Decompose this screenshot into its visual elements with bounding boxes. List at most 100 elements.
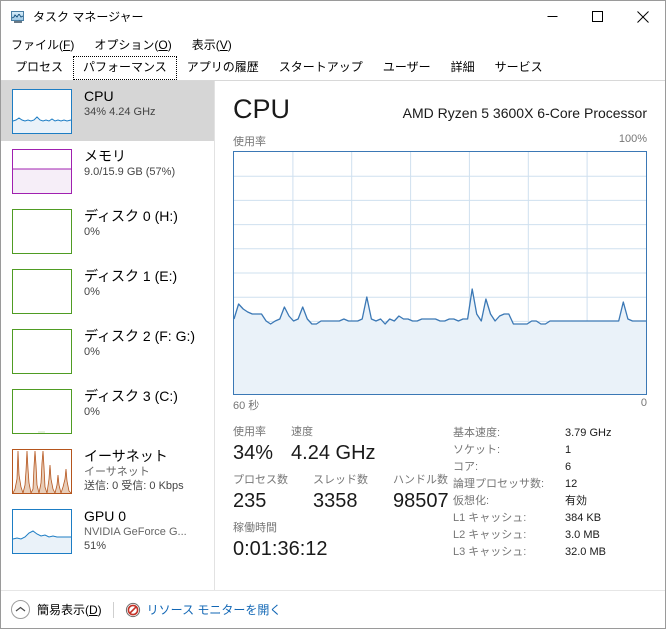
stat-uptime-label: 稼働時間 [233,522,277,534]
menu-options[interactable]: オプション(O) [92,34,180,55]
stat-utilization-value: 34% [233,442,274,464]
sidebar-label-cpu: CPU [84,88,114,104]
cpu-thumbnail-graph [12,89,72,134]
stat-threads: スレッド数 3358 [313,472,375,514]
cpu-usage-graph[interactable] [233,151,647,395]
spec-base-speed: 基本速度: 3.79 GHz [453,427,612,439]
sidebar-label-disk-2: ディスク 2 (F: G:) [84,328,196,344]
cpu-header: CPU AMD Ryzen 5 3600X 6-Core Processor [233,81,647,129]
sidebar-label-disk-1: ディスク 1 (E:) [84,268,178,284]
fewer-details-button[interactable]: 簡易表示(D) [11,600,102,619]
sidebar-sub-memory: 9.0/15.9 GB (57%) [84,166,176,178]
memory-thumbnail-graph [12,149,72,194]
task-manager-window: タスク マネージャー ファイル(F) オプション(O) 表示(V) プロセス パ… [0,0,666,629]
stat-handles-value: 98507 [393,490,449,512]
tab-details[interactable]: 詳細 [441,56,485,80]
stat-threads-value: 3358 [313,490,358,512]
resource-sidebar[interactable]: CPU 34% 4.24 GHz メモリ 9.0/15.9 GB (57%) デ… [1,81,215,590]
gpu-0-thumbnail-graph [12,509,72,554]
sidebar-item-disk-3[interactable]: ディスク 3 (C:) 0% [1,381,214,441]
stat-utilization: 使用率 34% [233,424,273,466]
sidebar-sub-disk-1: 0% [84,286,100,298]
stat-row-proc-thread-handle: プロセス数 235 スレッド数 3358 ハンドル数 98507 [233,472,449,514]
maximize-button[interactable] [575,1,620,32]
tab-users[interactable]: ユーザー [373,56,441,80]
cpu-model-name: AMD Ryzen 5 3600X 6-Core Processor [402,105,647,121]
disk-1-thumbnail-graph [12,269,72,314]
menu-bar: ファイル(F) オプション(O) 表示(V) [1,32,665,56]
sidebar-item-disk-0[interactable]: ディスク 0 (H:) 0% [1,201,214,261]
sidebar-sub-disk-3: 0% [84,406,100,418]
spec-logical-processors: 論理プロセッサ数: 12 [453,478,578,490]
stat-uptime-value: 0:01:36:12 [233,538,328,560]
chevron-up-icon [11,600,30,619]
sidebar-sub-ethernet-rate: 送信: 0 受信: 0 Kbps [84,480,184,492]
stat-speed: 速度 4.24 GHz [291,424,375,466]
tab-performance[interactable]: パフォーマンス [73,56,177,80]
minimize-button[interactable] [530,1,575,32]
graph-x-left: 60 秒 [233,400,260,412]
stat-threads-label: スレッド数 [313,474,368,486]
cpu-stats: 使用率 34% 速度 4.24 GHz プロセス数 235 スレッド数 3358… [233,424,647,562]
sidebar-label-memory: メモリ [84,148,126,164]
graph-x-right: 0 [640,397,647,409]
tab-startup[interactable]: スタートアップ [269,56,373,80]
sidebar-label-gpu-0: GPU 0 [84,508,127,524]
status-bar: 簡易表示(D) リソース モニターを開く [1,590,665,628]
stat-handles-label: ハンドル数 [393,474,448,486]
stat-processes: プロセス数 235 [233,472,295,514]
tab-app-history[interactable]: アプリの履歴 [177,56,269,80]
open-resource-monitor-link[interactable]: リソース モニターを開く [125,601,282,618]
tab-processes[interactable]: プロセス [5,56,73,80]
sidebar-item-cpu[interactable]: CPU 34% 4.24 GHz [1,81,214,141]
sidebar-sub-gpu-0-usage: 51% [84,540,107,552]
spec-l1-cache: L1 キャッシュ: 384 KB [453,512,602,524]
task-manager-icon [10,9,26,25]
performance-detail-panel: CPU AMD Ryzen 5 3600X 6-Core Processor 使… [215,81,665,590]
sidebar-item-ethernet[interactable]: イーサネット イーサネット 送信: 0 受信: 0 Kbps [1,441,214,501]
stat-row-uptime: 稼働時間 0:01:36:12 [233,520,448,562]
stat-speed-value: 4.24 GHz [291,442,376,464]
ethernet-thumbnail-graph [12,449,72,494]
spec-cores: コア: 6 [453,461,572,473]
stat-processes-label: プロセス数 [233,474,288,486]
cpu-stats-left: 使用率 34% 速度 4.24 GHz プロセス数 235 スレッド数 3358… [233,424,449,562]
title-bar: タスク マネージャー [1,1,665,32]
stat-handles: ハンドル数 98507 [393,472,449,514]
page-title: CPU [233,94,291,124]
tab-services[interactable]: サービス [485,56,553,80]
content-area: CPU 34% 4.24 GHz メモリ 9.0/15.9 GB (57%) デ… [1,81,665,590]
sidebar-item-gpu-0[interactable]: GPU 0 NVIDIA GeForce G... 51% [1,501,214,561]
menu-file[interactable]: ファイル(F) [9,34,83,55]
graph-y-max: 100% [618,133,647,145]
stat-speed-label: 速度 [291,426,314,438]
stat-row-usage-speed: 使用率 34% 速度 4.24 GHz [233,424,448,466]
menu-view[interactable]: 表示(V) [190,34,241,55]
sidebar-item-disk-1[interactable]: ディスク 1 (E:) 0% [1,261,214,321]
sidebar-item-memory[interactable]: メモリ 9.0/15.9 GB (57%) [1,141,214,201]
sidebar-sub-cpu: 34% 4.24 GHz [84,106,156,118]
window-title: タスク マネージャー [33,10,144,24]
sidebar-label-disk-0: ディスク 0 (H:) [84,208,178,224]
stat-uptime: 稼働時間 0:01:36:12 [233,520,328,562]
disk-2-thumbnail-graph [12,329,72,374]
cpu-spec-list: 基本速度: 3.79 GHz ソケット: 1 コア: 6 論理プロセッサ数: 1… [448,424,647,562]
sidebar-sub-gpu-0-model: NVIDIA GeForce G... [84,526,187,538]
graph-bottom-labels: 60 秒 0 [233,397,647,413]
sidebar-sub-disk-0: 0% [84,226,100,238]
tab-strip: プロセス パフォーマンス アプリの履歴 スタートアップ ユーザー 詳細 サービス [1,56,665,81]
status-divider [112,601,114,618]
sidebar-item-disk-2[interactable]: ディスク 2 (F: G:) 0% [1,321,214,381]
graph-top-labels: 使用率 100% [233,133,647,149]
resource-monitor-label: リソース モニターを開く [146,603,282,617]
fewer-details-label: 簡易表示(D) [37,603,102,617]
resource-monitor-icon [125,602,141,618]
sidebar-sub-ethernet-name: イーサネット [84,466,150,478]
disk-3-thumbnail-graph [12,389,72,434]
sidebar-label-ethernet: イーサネット [84,448,168,464]
graph-y-label: 使用率 [233,136,266,148]
disk-0-thumbnail-graph [12,209,72,254]
spec-sockets: ソケット: 1 [453,444,572,456]
close-button[interactable] [620,1,665,32]
spec-virtualization: 仮想化: 有効 [453,495,587,507]
